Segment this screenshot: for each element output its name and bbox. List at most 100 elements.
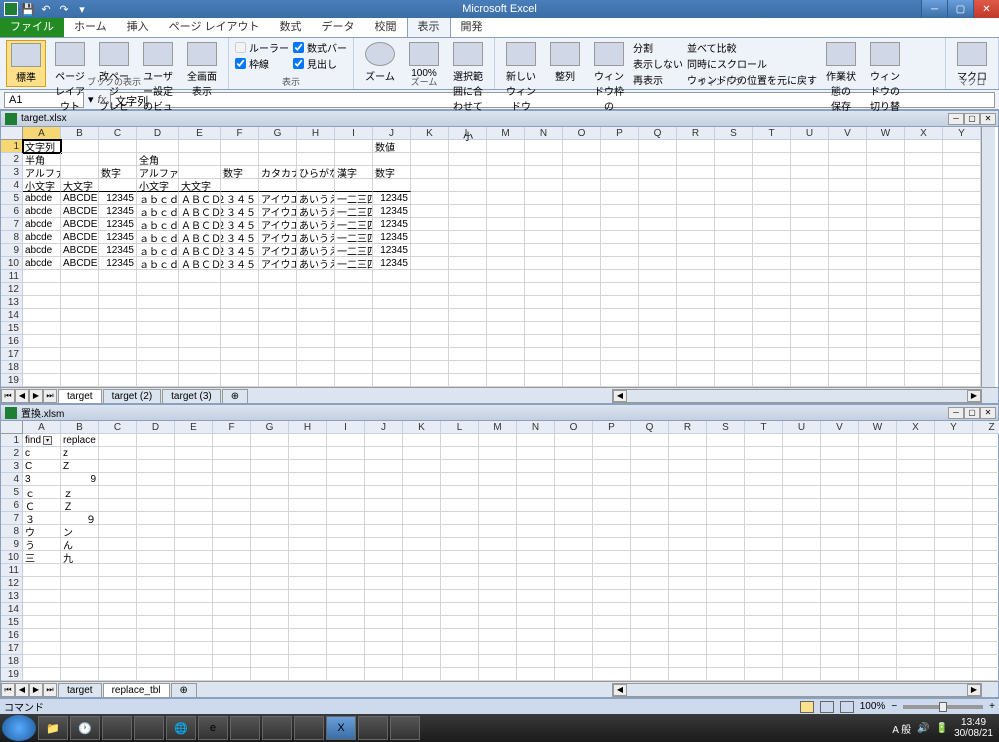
tab-developer[interactable]: 開発 — [451, 15, 493, 37]
cell-K3[interactable] — [403, 460, 441, 473]
cell-P19[interactable] — [593, 668, 631, 681]
cell-V14[interactable] — [829, 309, 867, 322]
cell-K18[interactable] — [403, 655, 441, 668]
cell-F2[interactable] — [213, 447, 251, 460]
cell-Y1[interactable] — [935, 434, 973, 447]
cell-D17[interactable] — [137, 642, 175, 655]
cell-M12[interactable] — [479, 577, 517, 590]
clock[interactable]: 13:4930/08/21 — [954, 717, 993, 739]
cell-R3[interactable] — [669, 460, 707, 473]
cell-E7[interactable] — [175, 512, 213, 525]
cell-N15[interactable] — [517, 616, 555, 629]
cell-V18[interactable] — [829, 361, 867, 374]
cell-L13[interactable] — [441, 590, 479, 603]
cell-Y17[interactable] — [935, 642, 973, 655]
view-fullscreen-button[interactable]: 全画面 表示 — [182, 40, 222, 100]
cell-E5[interactable] — [175, 486, 213, 499]
cell-W15[interactable] — [859, 616, 897, 629]
cell-E5[interactable]: ＡＢＣＤＥ — [179, 192, 221, 205]
cell-W10[interactable] — [867, 257, 905, 270]
cell-U9[interactable] — [783, 538, 821, 551]
cell-P9[interactable] — [593, 538, 631, 551]
ime-indicator[interactable]: A 般 — [892, 721, 911, 736]
cell-U10[interactable] — [791, 257, 829, 270]
cell-J12[interactable] — [365, 577, 403, 590]
cell-L8[interactable] — [449, 231, 487, 244]
cell-L10[interactable] — [441, 551, 479, 564]
cell-J2[interactable] — [373, 153, 411, 166]
cell-J3[interactable]: 数字 — [373, 166, 411, 179]
cell-J3[interactable] — [365, 460, 403, 473]
cell-R12[interactable] — [669, 577, 707, 590]
cell-C7[interactable] — [99, 512, 137, 525]
cell-N8[interactable] — [517, 525, 555, 538]
cell-J7[interactable] — [365, 512, 403, 525]
cell-T13[interactable] — [753, 296, 791, 309]
cell-G4[interactable] — [251, 473, 289, 486]
cell-Q2[interactable] — [631, 447, 669, 460]
cell-G12[interactable] — [259, 283, 297, 296]
cell-D13[interactable] — [137, 296, 179, 309]
cell-P11[interactable] — [601, 270, 639, 283]
cell-V11[interactable] — [821, 564, 859, 577]
cell-A12[interactable] — [23, 577, 61, 590]
cell-M10[interactable] — [479, 551, 517, 564]
cell-V17[interactable] — [829, 348, 867, 361]
cell-N11[interactable] — [525, 270, 563, 283]
cell-H15[interactable] — [289, 616, 327, 629]
cell-Q6[interactable] — [639, 205, 677, 218]
cell-G13[interactable] — [251, 590, 289, 603]
cell-W3[interactable] — [859, 460, 897, 473]
row-header-2[interactable]: 2 — [1, 447, 23, 460]
cell-A11[interactable] — [23, 270, 61, 283]
cell-I15[interactable] — [335, 322, 373, 335]
cell-T7[interactable] — [753, 218, 791, 231]
cell-G14[interactable] — [251, 603, 289, 616]
cell-R9[interactable] — [677, 244, 715, 257]
cell-T19[interactable] — [753, 374, 791, 387]
cell-D13[interactable] — [137, 590, 175, 603]
cell-V12[interactable] — [829, 283, 867, 296]
task-app2[interactable] — [134, 716, 164, 740]
cell-V16[interactable] — [829, 335, 867, 348]
column-header-W[interactable]: W — [859, 421, 897, 434]
cell-Q5[interactable] — [631, 486, 669, 499]
cell-G8[interactable] — [251, 525, 289, 538]
cell-E17[interactable] — [179, 348, 221, 361]
cell-F16[interactable] — [213, 629, 251, 642]
cell-X14[interactable] — [905, 309, 943, 322]
cell-U8[interactable] — [783, 525, 821, 538]
cell-X7[interactable] — [897, 512, 935, 525]
cell-Q14[interactable] — [639, 309, 677, 322]
cell-U6[interactable] — [783, 499, 821, 512]
cell-A10[interactable]: abcde — [23, 257, 61, 270]
cell-E12[interactable] — [179, 283, 221, 296]
cell-N4[interactable] — [525, 179, 563, 192]
cell-Z17[interactable] — [973, 642, 999, 655]
cell-S17[interactable] — [707, 642, 745, 655]
cell-N19[interactable] — [517, 668, 555, 681]
cell-H13[interactable] — [297, 296, 335, 309]
cell-M16[interactable] — [479, 629, 517, 642]
column-header-R[interactable]: R — [669, 421, 707, 434]
task-app5[interactable] — [294, 716, 324, 740]
cell-K13[interactable] — [411, 296, 449, 309]
cell-C18[interactable] — [99, 361, 137, 374]
sheet-tab-target (3)[interactable]: target (3) — [162, 389, 221, 403]
cell-V1[interactable] — [821, 434, 859, 447]
cell-U14[interactable] — [791, 309, 829, 322]
cell-H11[interactable] — [297, 270, 335, 283]
cell-I3[interactable] — [327, 460, 365, 473]
cell-U2[interactable] — [791, 153, 829, 166]
cell-L17[interactable] — [441, 642, 479, 655]
cell-S2[interactable] — [715, 153, 753, 166]
cell-X15[interactable] — [905, 322, 943, 335]
cell-Y16[interactable] — [943, 335, 981, 348]
cell-F14[interactable] — [221, 309, 259, 322]
scroll-right-1[interactable]: ▶ — [967, 390, 981, 402]
cell-P5[interactable] — [593, 486, 631, 499]
cell-B3[interactable]: Z — [61, 460, 99, 473]
cell-P16[interactable] — [601, 335, 639, 348]
cell-J10[interactable]: 12345 — [373, 257, 411, 270]
cell-A18[interactable] — [23, 361, 61, 374]
